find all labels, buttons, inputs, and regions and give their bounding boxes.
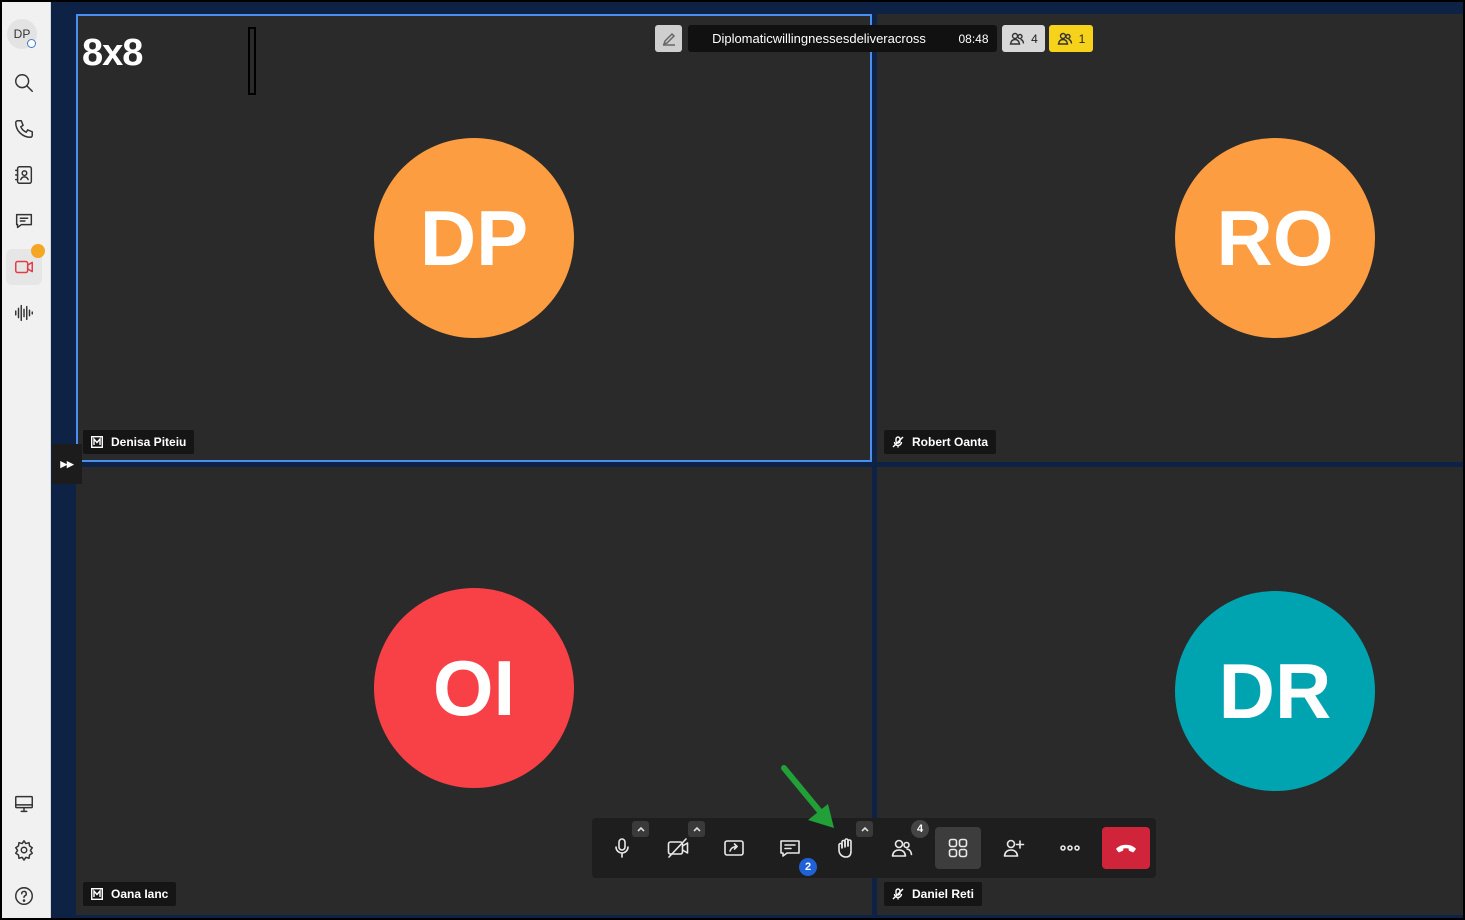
more-options-button[interactable] [1048,827,1092,869]
participant-avatar: OI [374,588,574,788]
text-cursor [248,27,256,95]
participants-icon [891,839,913,857]
sidebar-item-voice[interactable] [6,295,42,331]
grid-view-button[interactable] [935,827,981,869]
hand-icon [838,838,852,858]
edit-title-button[interactable] [655,25,682,52]
microphone-options-button[interactable] [632,821,649,837]
lobby-count-pill[interactable]: 1 [1049,25,1093,52]
participant-avatar: RO [1175,138,1375,338]
meeting-title: Diplomaticwillingnessesdeliveracross [688,25,950,52]
meeting-toolbar: 2 4 [592,818,1156,878]
moderator-icon [91,888,103,900]
grid-icon [948,838,968,858]
annotation-arrow [781,765,834,828]
sidebar-item-settings[interactable] [6,832,42,868]
share-screen-icon [724,840,744,856]
video-icon [15,260,33,274]
share-screen-button[interactable] [712,827,756,869]
meetings-notification-badge [31,244,45,258]
participant-name-tag: Oana Ianc [83,882,177,906]
chat-icon [780,840,800,857]
expand-sidebar-button[interactable]: ▸▸ [52,444,82,484]
app-window: DP DP Denisa Piteiu RO Robert Oanta OI O… [0,0,1465,920]
app-logo: 8x8 [82,32,143,74]
participant-avatar: DP [374,138,574,338]
add-user-icon [1003,839,1025,857]
participant-name: Daniel Reti [912,887,975,901]
more-icon [1060,845,1080,851]
participants-count-pill[interactable]: 4 [1002,25,1045,52]
microphone-icon [615,838,629,858]
participant-avatar: DR [1175,591,1375,791]
chat-unread-badge: 2 [799,858,817,876]
participant-tile[interactable]: RO Robert Oanta [877,14,1463,462]
participants-icon [1009,32,1025,45]
participant-name-tag: Daniel Reti [884,882,983,906]
participants-count: 4 [1031,31,1038,46]
meeting-timer: 08:48 [950,25,997,52]
waveform-icon [15,304,33,322]
participant-name: Robert Oanta [912,435,989,449]
presence-status-indicator [27,39,36,48]
mic-off-icon [892,888,904,900]
hangup-icon [1116,844,1136,853]
participant-name: Denisa Piteiu [111,435,187,449]
lobby-icon [1057,32,1072,45]
chevron-up-icon [860,826,869,832]
contacts-icon [15,166,33,184]
chat-icon [15,213,33,229]
sidebar-item-contacts[interactable] [6,157,42,193]
sidebar-item-search[interactable] [6,65,42,101]
search-icon [15,74,33,92]
sidebar-item-calls[interactable] [6,111,42,147]
help-icon [15,887,33,905]
participant-name-tag: Denisa Piteiu [83,430,195,454]
lobby-count: 1 [1078,31,1086,46]
sidebar-item-help[interactable] [6,878,42,914]
participant-tile[interactable]: DP Denisa Piteiu [76,14,872,462]
camera-options-button[interactable] [688,821,705,837]
reactions-options-button[interactable] [856,821,873,837]
phone-icon [15,120,33,138]
mic-off-icon [892,436,904,448]
moderator-icon [91,436,103,448]
chevron-up-icon [692,826,701,832]
monitor-icon [15,795,33,813]
double-chevron-right-icon: ▸▸ [60,456,74,471]
invite-button[interactable] [992,827,1036,869]
leave-meeting-button[interactable] [1102,827,1150,869]
participant-name: Oana Ianc [111,887,169,901]
pencil-icon [662,32,675,46]
participant-name-tag: Robert Oanta [884,430,997,454]
sidebar-item-chat[interactable] [6,203,42,239]
participants-count-badge: 4 [911,820,929,838]
sidebar-item-desktop[interactable] [6,786,42,822]
chevron-up-icon [636,826,645,832]
sidebar: DP [2,2,51,918]
video-off-icon [667,838,689,858]
gear-icon [15,840,33,861]
